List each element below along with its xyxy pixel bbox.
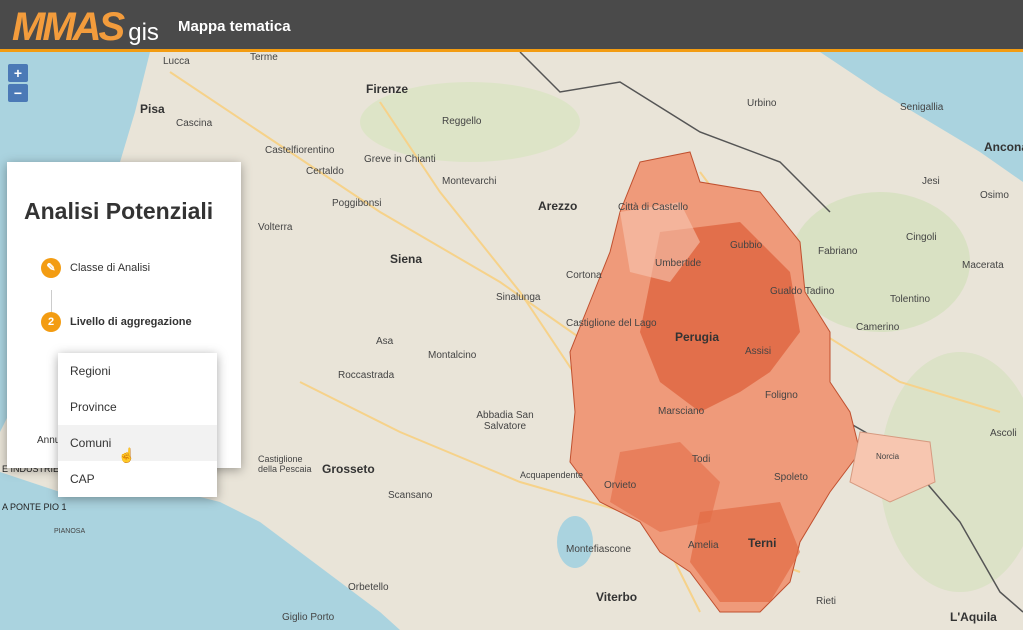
place-label: Orvieto bbox=[604, 480, 637, 491]
place-label: Osimo bbox=[980, 190, 1009, 201]
place-label: Jesi bbox=[922, 176, 940, 187]
place-label: Volterra bbox=[258, 222, 293, 233]
place-label: Ascoli bbox=[990, 428, 1017, 439]
place-label: Montevarchi bbox=[442, 176, 497, 187]
place-label: Sinalunga bbox=[496, 292, 541, 303]
place-label: Spoleto bbox=[774, 472, 808, 483]
place-label: Foligno bbox=[765, 390, 798, 401]
option-regioni[interactable]: Regioni bbox=[58, 353, 217, 389]
zoom-out-button[interactable]: − bbox=[8, 84, 28, 102]
place-label: Firenze bbox=[366, 82, 409, 96]
step-label: Classe di Analisi bbox=[70, 262, 151, 274]
place-label: Abbadia San Salvatore bbox=[476, 410, 534, 432]
logo-suffix: gis bbox=[128, 19, 159, 46]
place-label: Ancona bbox=[984, 140, 1023, 154]
top-bar: MMAS gis Mappa tematica bbox=[0, 0, 1023, 52]
place-label: Camerino bbox=[856, 322, 900, 333]
place-label: Cascina bbox=[176, 118, 213, 129]
app-logo[interactable]: MMAS gis bbox=[12, 5, 159, 49]
place-label: Perugia bbox=[675, 330, 720, 344]
place-label: Lucca bbox=[163, 56, 190, 67]
option-comuni[interactable]: Comuni bbox=[58, 425, 217, 461]
place-label: Assisi bbox=[745, 346, 772, 357]
place-label: Siena bbox=[390, 252, 423, 266]
place-label: Terme bbox=[250, 52, 278, 63]
place-label: Asa bbox=[376, 336, 394, 347]
place-label: Grosseto bbox=[322, 462, 375, 476]
place-label: Scansano bbox=[388, 490, 433, 501]
place-label: Marsciano bbox=[658, 406, 705, 417]
logo-mark: MMAS bbox=[12, 5, 125, 49]
panel-title: Analisi Potenziali bbox=[24, 198, 214, 224]
place-label: Greve in Chianti bbox=[364, 154, 436, 165]
place-label: Macerata bbox=[962, 260, 1004, 271]
place-label: Castiglione del Lago bbox=[566, 318, 657, 329]
place-label: Reggello bbox=[442, 116, 482, 127]
place-label: Giglio Porto bbox=[282, 612, 335, 623]
zoom-control: + − bbox=[8, 64, 28, 104]
place-label: Norcia bbox=[876, 452, 900, 461]
option-province[interactable]: Province bbox=[58, 389, 217, 425]
place-label: Terni bbox=[748, 536, 777, 550]
place-label: Gubbio bbox=[730, 240, 763, 251]
place-label: L'Aquila bbox=[950, 610, 997, 624]
place-label: Gualdo Tadino bbox=[770, 286, 835, 297]
place-label: Cingoli bbox=[906, 232, 937, 243]
hand-cursor-icon: ☝ bbox=[118, 447, 136, 463]
overlay-label: A PONTE PIO 1 bbox=[2, 502, 67, 512]
place-label: Castiglione della Pescaia bbox=[258, 454, 312, 474]
step-classe[interactable]: ✎ Classe di Analisi bbox=[41, 258, 150, 278]
place-label: Cortona bbox=[566, 270, 602, 281]
aggregation-dropdown: Regioni Province Comuni CAP bbox=[58, 353, 217, 497]
place-label: Poggibonsi bbox=[332, 198, 382, 209]
zoom-in-button[interactable]: + bbox=[8, 64, 28, 82]
place-label: Fabriano bbox=[818, 246, 858, 257]
place-label: Tolentino bbox=[890, 294, 931, 305]
step-label: Livello di aggregazione bbox=[70, 316, 192, 328]
place-label: Amelia bbox=[688, 540, 719, 551]
place-label: Urbino bbox=[747, 98, 777, 109]
place-label: Umbertide bbox=[655, 258, 702, 269]
pencil-icon: ✎ bbox=[41, 258, 61, 278]
place-label: Acquapendente bbox=[520, 470, 584, 480]
place-label: Rieti bbox=[816, 596, 837, 607]
adriatic-sea bbox=[820, 52, 1023, 182]
place-label: Todi bbox=[692, 454, 711, 465]
place-label: Città di Castello bbox=[618, 202, 689, 213]
cancel-link[interactable]: Annu bbox=[37, 435, 60, 446]
place-label: Arezzo bbox=[538, 199, 578, 213]
place-label: Orbetello bbox=[348, 582, 389, 593]
step-livello[interactable]: 2 Livello di aggregazione bbox=[41, 312, 192, 332]
place-label: Certaldo bbox=[306, 166, 344, 177]
step-number: 2 bbox=[41, 312, 61, 332]
place-label: Montalcino bbox=[428, 350, 477, 361]
place-label: Senigallia bbox=[900, 102, 944, 113]
place-label: Pisa bbox=[140, 102, 165, 116]
page-title: Mappa tematica bbox=[178, 18, 291, 35]
option-cap[interactable]: CAP bbox=[58, 461, 217, 497]
place-label: Castelfiorentino bbox=[265, 145, 335, 156]
place-label: Viterbo bbox=[596, 590, 638, 604]
place-label: Montefiascone bbox=[566, 544, 632, 555]
place-label: Roccastrada bbox=[338, 370, 395, 381]
place-label: PIANOSA bbox=[54, 528, 86, 535]
lake-bolsena bbox=[557, 516, 593, 568]
